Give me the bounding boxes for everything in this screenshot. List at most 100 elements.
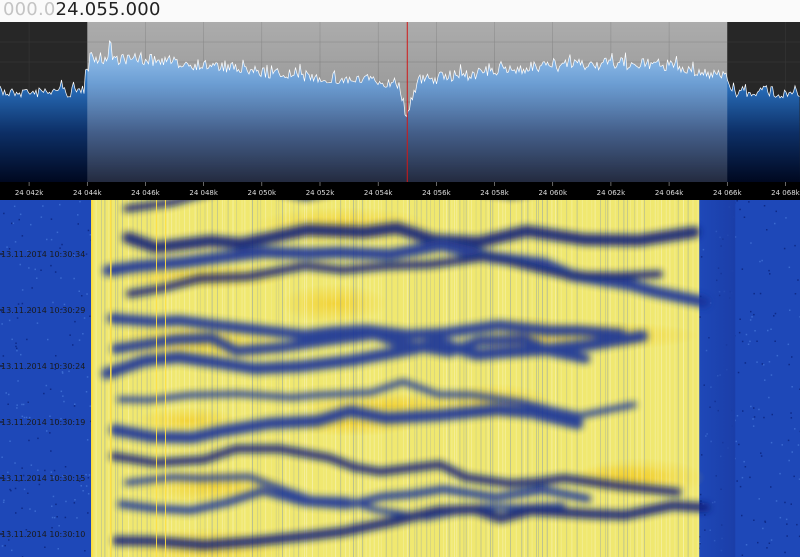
noise-speck <box>769 273 771 275</box>
noise-speck <box>28 439 30 442</box>
noise-speck <box>63 400 65 403</box>
noise-speck <box>793 475 795 478</box>
noise-speck <box>785 217 787 219</box>
carrier-line <box>91 200 94 557</box>
noise-speck <box>50 450 52 452</box>
streak <box>162 200 164 557</box>
noise-speck <box>79 200 81 203</box>
noise-speck <box>5 392 7 394</box>
noise-speck <box>21 403 23 406</box>
time-label: 13.11.2014 10:30:29 <box>1 306 85 315</box>
spectrum-panel[interactable]: 24 042k 24 044k 24 046k 24 048k 24 050k 24 05… <box>0 22 800 200</box>
noise-speck <box>9 440 11 442</box>
noise-speck <box>767 329 769 332</box>
noise-speck <box>745 333 748 336</box>
freq-tick-label: 24 062k <box>597 189 626 197</box>
streak <box>184 200 185 557</box>
noise-speck <box>37 437 39 440</box>
noise-speck <box>81 295 83 297</box>
streak <box>594 200 596 557</box>
noise-speck <box>60 390 63 393</box>
noise-speck <box>69 334 71 336</box>
noise-speck <box>776 354 779 357</box>
noise-speck <box>741 268 744 270</box>
noise-speck <box>36 277 38 279</box>
streak <box>623 200 625 557</box>
noise-speck <box>59 247 61 249</box>
noise-speck <box>751 316 753 318</box>
noise-speck <box>51 527 53 529</box>
noise-speck <box>31 287 33 289</box>
waterfall-panel[interactable]: 13.11.2014 10:30:34 13.11.2014 10:30:29 13… <box>0 200 800 557</box>
noise-speck <box>16 349 18 352</box>
streak <box>178 200 180 557</box>
noise-speck <box>741 340 744 343</box>
noise-speck <box>8 393 10 396</box>
noise-speck <box>3 499 5 501</box>
noise-speck <box>46 430 48 432</box>
noise-speck <box>770 328 772 330</box>
noise-speck <box>791 356 793 358</box>
noise-speck <box>794 244 796 247</box>
noise-speck <box>750 310 752 313</box>
streak <box>154 200 156 557</box>
time-label: 13.11.2014 10:30:34 <box>1 250 85 259</box>
noise-speck <box>736 200 738 202</box>
streak <box>115 200 116 557</box>
noise-speck <box>736 480 738 482</box>
streak <box>536 200 537 557</box>
streak <box>524 200 525 557</box>
noise-speck <box>49 432 51 434</box>
streak <box>586 200 588 557</box>
noise-speck <box>53 469 56 472</box>
noise-speck <box>748 201 750 203</box>
noise-speck <box>34 510 36 512</box>
waterfall-passband-edge <box>699 200 736 557</box>
noise-speck <box>85 391 88 393</box>
streak <box>446 200 448 557</box>
noise-speck <box>64 466 67 468</box>
noise-speck <box>84 550 86 552</box>
noise-speck <box>15 512 17 514</box>
freq-tick-label: 24 042k <box>15 189 44 197</box>
noise-speck <box>14 241 17 243</box>
noise-speck <box>761 363 764 365</box>
noise-speck <box>775 500 778 502</box>
streak <box>614 200 616 557</box>
noise-speck <box>87 477 90 479</box>
noise-speck <box>7 471 9 474</box>
noise-speck <box>30 223 32 226</box>
freq-tick-label: 24 068k <box>771 189 800 197</box>
noise-speck <box>770 374 773 376</box>
noise-speck <box>74 320 76 323</box>
noise-speck <box>16 347 18 350</box>
noise-speck <box>739 318 741 320</box>
noise-speck <box>52 495 55 498</box>
noise-speck <box>56 516 58 518</box>
noise-speck <box>763 416 765 419</box>
noise-speck <box>27 492 29 494</box>
noise-speck <box>36 322 39 324</box>
noise-speck <box>20 353 22 356</box>
noise-speck <box>770 441 773 444</box>
noise-speck <box>749 476 751 479</box>
streak <box>527 200 529 557</box>
noise-speck <box>16 407 18 409</box>
noise-speck <box>54 271 57 273</box>
frequency-readout[interactable]: 000.024.055.000 <box>3 0 161 21</box>
noise-speck <box>760 455 763 457</box>
streak <box>641 200 643 557</box>
streak <box>199 200 201 557</box>
noise-speck <box>86 293 88 295</box>
streak <box>609 200 611 557</box>
noise-speck <box>791 451 793 453</box>
noise-speck <box>739 208 741 211</box>
noise-speck <box>50 471 53 473</box>
noise-speck <box>82 490 84 492</box>
freq-tick-label: 24 064k <box>655 189 684 197</box>
noise-speck <box>55 503 57 506</box>
noise-speck <box>768 396 770 399</box>
streak <box>515 200 517 557</box>
streak <box>189 200 191 557</box>
noise-speck <box>76 517 78 519</box>
